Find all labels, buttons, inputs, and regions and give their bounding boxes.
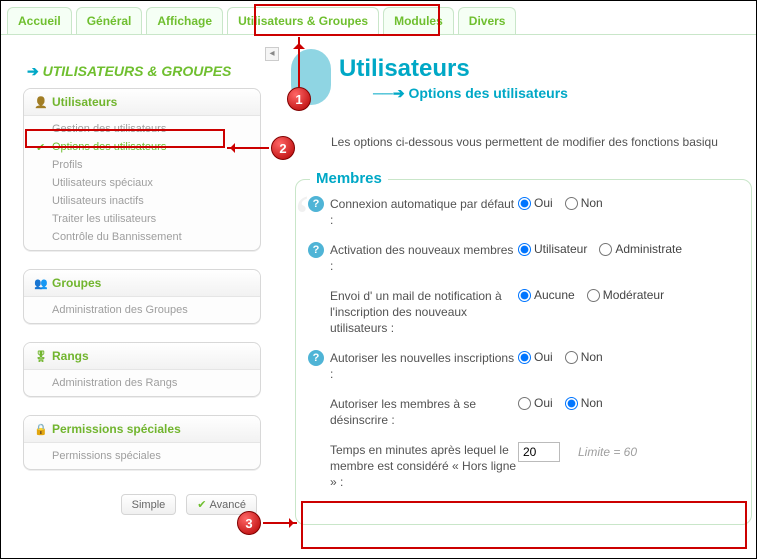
- mail-none[interactable]: Aucune: [518, 288, 575, 302]
- section-groups-label: Groupes: [52, 276, 101, 290]
- help-icon[interactable]: ?: [308, 242, 324, 258]
- page-title: Utilisateurs: [339, 55, 568, 83]
- activation-admin[interactable]: Administrate: [599, 242, 682, 256]
- sidebar-item-profils[interactable]: Profils: [24, 156, 260, 174]
- activation-user[interactable]: Utilisateur: [518, 242, 587, 256]
- tab-divers[interactable]: Divers: [458, 7, 517, 34]
- row-allow-reg: ?Autoriser les nouvelles inscriptions : …: [308, 350, 739, 382]
- row-allow-unreg: Autoriser les membres à se désinscrire :…: [308, 396, 739, 428]
- sidebar-item-speciaux[interactable]: Utilisateurs spéciaux: [24, 174, 260, 192]
- section-perms-label: Permissions spéciales: [52, 422, 181, 436]
- section-ranks-head[interactable]: Rangs: [24, 343, 260, 370]
- sidebar-item-traiter[interactable]: Traiter les utilisateurs: [24, 210, 260, 228]
- allow-reg-label: Autoriser les nouvelles inscriptions :: [330, 350, 518, 382]
- arrow-right-icon: ➔: [27, 63, 39, 79]
- tab-affichage[interactable]: Affichage: [146, 7, 223, 34]
- row-autoconnect: ?Connexion automatique par défaut : Oui …: [308, 196, 739, 228]
- sidebar-item-admin-groups[interactable]: Administration des Groupes: [24, 301, 260, 319]
- mail-label: Envoi d' un mail de notification à l'ins…: [330, 288, 518, 336]
- arrowhead-up-icon: [293, 37, 305, 49]
- allow-reg-no[interactable]: Non: [565, 350, 603, 364]
- tab-users-groups[interactable]: Utilisateurs & Groupes: [227, 7, 379, 34]
- callout-3: 3: [237, 511, 261, 535]
- allow-unreg-no[interactable]: Non: [565, 396, 603, 410]
- section-users-label: Utilisateurs: [52, 95, 117, 109]
- row-activation: ? Activation des nouveaux membres : Utili…: [308, 242, 739, 274]
- callout-arrow-2: [227, 147, 269, 149]
- row-mail: Envoi d' un mail de notification à l'ins…: [308, 288, 739, 336]
- sidebar-item-ban[interactable]: Contrôle du Bannissement: [24, 228, 260, 246]
- page-subtitle: ──➔ Options des utilisateurs: [373, 85, 568, 102]
- callout-arrow-3: [263, 522, 297, 524]
- sidebar-item-perms[interactable]: Permissions spéciales: [24, 447, 260, 465]
- simple-button[interactable]: Simple: [121, 494, 177, 515]
- sidebar: ➔ UTILISATEURS & GROUPES Utilisateurs Ge…: [1, 35, 271, 525]
- offline-time-hint: Limite = 60: [578, 445, 637, 459]
- autoconnect-no[interactable]: Non: [565, 196, 603, 210]
- help-icon[interactable]: ?: [308, 196, 324, 212]
- section-perms-head[interactable]: Permissions spéciales: [24, 416, 260, 443]
- sidebar-item-gestion[interactable]: Gestion des utilisateurs: [24, 120, 260, 138]
- sidebar-item-admin-ranks[interactable]: Administration des Rangs: [24, 374, 260, 392]
- allow-unreg-yes[interactable]: Oui: [518, 396, 553, 410]
- offline-time-input[interactable]: [518, 442, 560, 462]
- offline-time-label: Temps en minutes après lequel le membre …: [330, 442, 518, 490]
- activation-label: Activation des nouveaux membres :: [330, 242, 518, 274]
- members-fieldset: Membres ?Connexion automatique par défau…: [295, 179, 752, 525]
- section-users-head[interactable]: Utilisateurs: [24, 89, 260, 116]
- tab-general[interactable]: Général: [76, 7, 143, 34]
- section-ranks-label: Rangs: [52, 349, 89, 363]
- intro-text: Les options ci-dessous vous permettent d…: [331, 135, 756, 149]
- tab-modules[interactable]: Modules: [383, 7, 454, 34]
- rank-icon: [34, 349, 48, 363]
- top-tabs: Accueil Général Affichage Utilisateurs &…: [1, 1, 756, 35]
- callout-1: 1: [287, 87, 311, 111]
- autoconnect-label: Connexion automatique par défaut :: [330, 196, 518, 228]
- help-icon[interactable]: ?: [308, 350, 324, 366]
- sidebar-item-inactifs[interactable]: Utilisateurs inactifs: [24, 192, 260, 210]
- main-panel: ◂ Utilisateurs ──➔ Options des utilisate…: [271, 35, 756, 525]
- section-groups-head[interactable]: Groupes: [24, 270, 260, 297]
- mode-buttons: Simple ✔Avancé: [23, 488, 261, 515]
- members-legend: Membres: [310, 170, 388, 187]
- sidebar-title: ➔ UTILISATEURS & GROUPES: [27, 63, 261, 80]
- allow-reg-yes[interactable]: Oui: [518, 350, 553, 364]
- section-groups: Groupes Administration des Groupes: [23, 269, 261, 324]
- section-users: Utilisateurs Gestion des utilisateurs Op…: [23, 88, 261, 251]
- collapse-sidebar-button[interactable]: ◂: [265, 47, 279, 61]
- row-offline-time: Temps en minutes après lequel le membre …: [308, 442, 739, 490]
- check-icon: ✔: [197, 499, 206, 511]
- mail-mod[interactable]: Modérateur: [587, 288, 664, 302]
- user-icon: [34, 95, 48, 109]
- lock-icon: [34, 422, 48, 436]
- section-ranks: Rangs Administration des Rangs: [23, 342, 261, 397]
- group-icon: [34, 276, 48, 290]
- callout-2: 2: [271, 136, 295, 160]
- tab-accueil[interactable]: Accueil: [7, 7, 72, 34]
- section-perms: Permissions spéciales Permissions spécia…: [23, 415, 261, 470]
- allow-unreg-label: Autoriser les membres à se désinscrire :: [330, 396, 518, 428]
- autoconnect-yes[interactable]: Oui: [518, 196, 553, 210]
